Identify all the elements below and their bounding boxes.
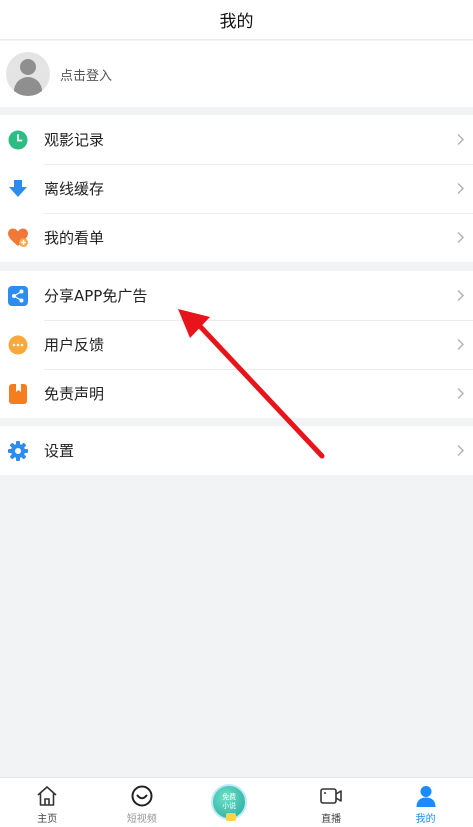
avatar-head-shape bbox=[20, 59, 36, 75]
avatar[interactable] bbox=[6, 52, 50, 96]
chevron-right-icon bbox=[457, 338, 465, 351]
chevron-right-icon bbox=[457, 289, 465, 302]
bottom-tab-bar: 主页 短视频 免费 小说 直播 我的 bbox=[0, 777, 473, 827]
heart-plus-icon bbox=[8, 228, 28, 247]
avatar-body-shape bbox=[14, 77, 42, 96]
menu-group-1: 观影记录 离线缓存 我的看单 bbox=[0, 115, 473, 262]
menu-group-3: 设置 bbox=[0, 426, 473, 475]
tab-mine[interactable]: 我的 bbox=[378, 778, 473, 827]
menu-group-2: 分享APP免广告 用户反馈 免责声明 bbox=[0, 271, 473, 418]
menu-item-watch-history[interactable]: 观影记录 bbox=[0, 115, 473, 164]
gear-icon bbox=[8, 441, 28, 461]
download-icon bbox=[9, 180, 27, 197]
chevron-right-icon bbox=[457, 231, 465, 244]
menu-item-user-feedback[interactable]: 用户反馈 bbox=[0, 320, 473, 369]
tab-label: 短视频 bbox=[126, 814, 157, 825]
page-header: 我的 bbox=[0, 0, 473, 40]
tab-live[interactable]: 直播 bbox=[284, 778, 379, 827]
free-novel-badge: 免费 小说 bbox=[211, 784, 248, 821]
tab-short-video[interactable]: 短视频 bbox=[95, 778, 190, 827]
badge-text-line2: 小说 bbox=[222, 802, 237, 810]
bookmark-icon bbox=[9, 384, 27, 404]
login-prompt[interactable]: 点击登入 bbox=[60, 65, 112, 84]
menu-item-settings[interactable]: 设置 bbox=[0, 426, 473, 475]
video-camera-icon bbox=[320, 788, 342, 804]
menu-item-label: 设置 bbox=[44, 442, 75, 460]
page-title: 我的 bbox=[219, 12, 254, 32]
menu-item-label: 分享APP免广告 bbox=[44, 287, 148, 305]
home-icon bbox=[37, 786, 57, 806]
tab-label: 主页 bbox=[37, 814, 58, 825]
chat-bubble-icon bbox=[8, 335, 28, 355]
tab-label: 我的 bbox=[415, 814, 436, 825]
menu-item-label: 离线缓存 bbox=[44, 180, 105, 198]
menu-item-label: 观影记录 bbox=[44, 131, 105, 149]
chevron-right-icon bbox=[457, 133, 465, 146]
chevron-right-icon bbox=[457, 182, 465, 195]
smile-icon bbox=[131, 785, 153, 807]
tab-home[interactable]: 主页 bbox=[0, 778, 95, 827]
chevron-right-icon bbox=[457, 444, 465, 457]
menu-item-label: 用户反馈 bbox=[44, 336, 105, 354]
menu-item-my-watchlist[interactable]: 我的看单 bbox=[0, 213, 473, 262]
menu-item-offline-cache[interactable]: 离线缓存 bbox=[0, 164, 473, 213]
menu-item-share-app[interactable]: 分享APP免广告 bbox=[0, 271, 473, 320]
login-row[interactable]: 点击登入 bbox=[0, 41, 473, 107]
menu-item-label: 我的看单 bbox=[44, 229, 105, 247]
chevron-right-icon bbox=[457, 387, 465, 400]
tab-label: 直播 bbox=[321, 814, 342, 825]
person-icon bbox=[416, 786, 436, 807]
menu-item-label: 免责声明 bbox=[44, 385, 105, 403]
share-icon bbox=[8, 286, 28, 306]
badge-heart-icon bbox=[226, 813, 237, 821]
clock-icon bbox=[8, 130, 28, 150]
menu-item-disclaimer[interactable]: 免责声明 bbox=[0, 369, 473, 418]
tab-free-novel[interactable]: 免费 小说 bbox=[189, 778, 284, 827]
badge-text-line1: 免费 bbox=[222, 793, 237, 801]
